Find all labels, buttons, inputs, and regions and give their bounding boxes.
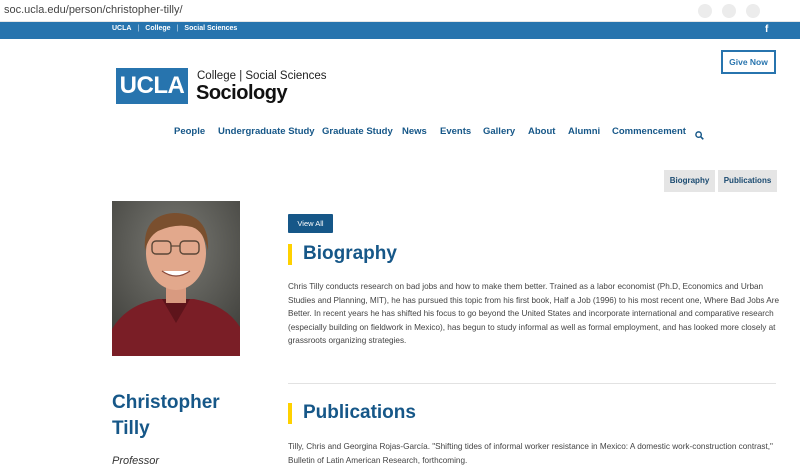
ucla-top-strip: UCLA | College | Social Sciences f — [0, 22, 800, 39]
nav-item-gallery[interactable]: Gallery — [483, 126, 515, 137]
biography-text: Chris Tilly conducts research on bad job… — [288, 282, 780, 346]
publication-entry: Tilly, Chris and Georgina Rojas-García. … — [288, 442, 773, 465]
biography-heading: Biography — [288, 243, 397, 265]
nav-item-commencement[interactable]: Commencement — [612, 126, 686, 137]
person-title: Professor — [112, 455, 160, 467]
publications-title: Publications — [303, 402, 416, 423]
publications-heading: Publications — [288, 402, 416, 424]
url-text[interactable]: soc.ucla.edu/person/christopher-tilly/ — [4, 4, 183, 16]
nav-item-graduate-study[interactable]: Graduate Study — [322, 126, 393, 137]
facebook-icon[interactable]: f — [765, 24, 768, 35]
heading-accent-bar — [288, 243, 292, 265]
top-links: UCLA | College | Social Sciences — [112, 25, 237, 32]
nav-item-people[interactable]: People — [174, 126, 205, 137]
nav-item-alumni[interactable]: Alumni — [568, 126, 600, 137]
separator: | — [137, 25, 140, 32]
ucla-mark: UCLA — [116, 68, 188, 104]
main-nav: People Undergraduate Study Graduate Stud… — [0, 126, 800, 140]
top-link-college[interactable]: College — [145, 25, 170, 32]
browser-address-bar[interactable]: soc.ucla.edu/person/christopher-tilly/ — [0, 0, 800, 22]
nav-item-events[interactable]: Events — [440, 126, 471, 137]
logo-department: Sociology — [196, 82, 288, 104]
tab-publications[interactable]: Publications — [718, 170, 777, 192]
biography-title: Biography — [303, 243, 397, 264]
nav-item-news[interactable]: News — [402, 126, 427, 137]
site-logo[interactable]: UCLA College | Social Sciences Sociology — [116, 68, 327, 105]
tab-biography[interactable]: Biography — [664, 170, 715, 192]
give-now-button[interactable]: Give Now — [721, 50, 776, 74]
nav-item-about[interactable]: About — [528, 126, 555, 137]
person-first-name: Christopher — [112, 392, 220, 413]
browser-extension-icons — [698, 4, 760, 18]
search-icon[interactable] — [695, 127, 704, 145]
separator: | — [176, 25, 179, 32]
section-divider — [288, 383, 776, 384]
heading-accent-bar — [288, 402, 292, 424]
top-link-social-sciences[interactable]: Social Sciences — [184, 25, 237, 32]
nav-item-undergraduate-study[interactable]: Undergraduate Study — [218, 126, 315, 137]
profile-photo — [112, 201, 240, 356]
person-last-name: Tilly — [112, 418, 150, 439]
person-name: Christopher Tilly — [112, 390, 220, 442]
top-link-ucla[interactable]: UCLA — [112, 25, 131, 32]
section-tabs: Biography Publications — [664, 170, 777, 192]
logo-subtitle: College | Social Sciences — [197, 70, 327, 82]
view-all-button[interactable]: View All — [288, 214, 333, 233]
